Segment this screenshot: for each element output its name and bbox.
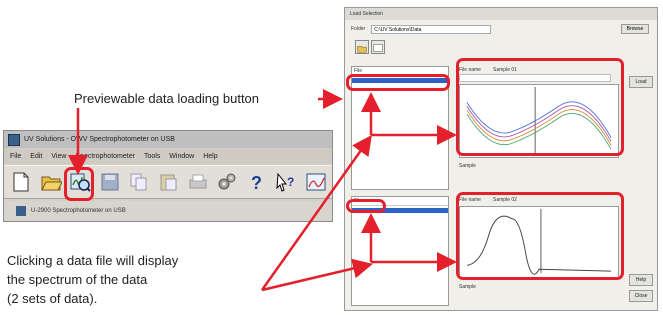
copy-button[interactable] [126,169,152,196]
svg-text:?: ? [251,173,262,193]
menu-window[interactable]: Window [169,153,194,160]
browse-button[interactable]: Browse [621,24,649,34]
sample-label: Sample [459,163,476,169]
folder-up-icon [357,46,367,53]
folder-path-field[interactable]: C:\UV Solutions\Data [371,24,492,34]
spectrum-chart-icon [306,173,326,191]
menu-edit[interactable]: Edit [30,153,42,160]
highlight-file-row-2 [346,199,386,213]
status-bar: U-2900 Spectrophotometer on USB [4,201,332,221]
save-button[interactable] [96,169,122,196]
sample-label: Sample [459,284,476,290]
view-list-icon [373,44,383,52]
open-folder-icon [40,176,62,191]
svg-text:?: ? [287,175,294,189]
menu-bar: File Edit View Spectrophotometer Tools W… [4,149,332,164]
settings-button[interactable] [214,169,240,196]
help-button[interactable]: Help [629,274,653,286]
settings-gears-icon [218,173,236,190]
sample-info-1: Sample [459,163,476,170]
app-icon [8,133,20,146]
folder-up-button[interactable] [355,40,369,54]
spectrum-chart-button[interactable] [303,169,329,196]
paste-icon [160,174,177,191]
copy-icon [130,173,147,191]
caption-line-2: the spectrum of the data [7,272,148,287]
caption-line-1: Clicking a data file will display [7,253,179,268]
context-help-icon: ? [276,172,295,192]
highlight-preview-2 [456,192,624,280]
toolbar: ? ? [4,165,332,199]
open-folder-button[interactable] [37,169,63,196]
view-toggle-button[interactable] [371,40,385,54]
app-title: UV Solutions - OWV Spectrophotometer on … [24,136,175,143]
print-button[interactable] [185,169,211,196]
print-icon [189,174,207,189]
highlight-load-button [64,167,94,201]
menu-spectrophotometer[interactable]: Spectrophotometer [75,153,135,160]
status-text: U-2900 Spectrophotometer on USB [31,208,126,214]
caption-line-3: (2 sets of data). [7,291,98,306]
menu-tools[interactable]: Tools [144,153,160,160]
dialog-title: Load Selection [345,8,657,20]
folder-label: Folder [351,26,366,32]
app-title-bar: UV Solutions - OWV Spectrophotometer on … [4,131,332,148]
instrument-icon [16,206,26,216]
sample-info-2: Sample [459,284,476,291]
click-file-caption: Clicking a data file will display the sp… [7,251,267,308]
context-help-button[interactable]: ? [273,169,299,196]
menu-help[interactable]: Help [203,153,217,160]
save-icon [101,173,119,191]
app-window: UV Solutions - OWV Spectrophotometer on … [3,130,333,222]
help-question-icon: ? [251,173,262,193]
new-file-icon [13,172,29,192]
paste-button[interactable] [155,169,181,196]
help-button[interactable]: ? [244,169,270,196]
folder-row: Folder C:\UV Solutions\Data [345,22,657,36]
new-file-button[interactable] [8,169,34,196]
highlight-file-row-1 [346,74,450,91]
load-button-1[interactable]: Load [629,76,653,88]
highlight-preview-1 [456,58,624,156]
loading-button-caption: Previewable data loading button [74,91,260,106]
menu-view[interactable]: View [51,153,66,160]
close-button[interactable]: Close [629,290,653,302]
menu-file[interactable]: File [10,153,21,160]
